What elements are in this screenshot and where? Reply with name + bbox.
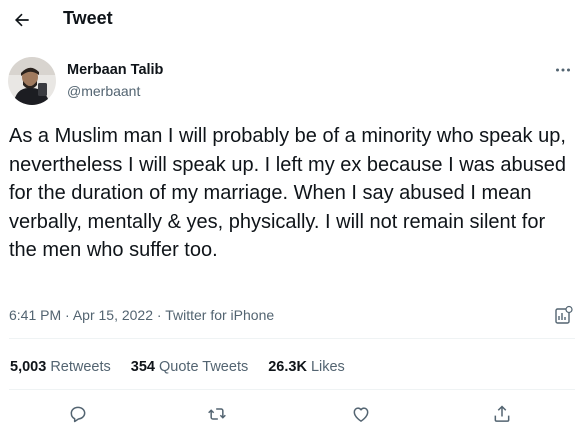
quotes-label: Quote Tweets xyxy=(159,359,249,375)
retweet-button[interactable] xyxy=(202,400,232,428)
quotes-count: 354 xyxy=(130,359,155,375)
avatar[interactable] xyxy=(8,57,56,105)
more-button[interactable] xyxy=(550,60,576,80)
meta-separator: · xyxy=(156,307,162,323)
action-bar xyxy=(0,400,584,429)
page-title: Tweet xyxy=(63,8,113,28)
share-button[interactable] xyxy=(487,400,517,428)
tweet-time[interactable]: 6:41 PM xyxy=(9,307,61,323)
back-button[interactable] xyxy=(8,7,36,33)
like-button[interactable] xyxy=(346,400,376,428)
tweet-stats: 5,003 Retweets 354 Quote Tweets 26.3K Li… xyxy=(10,359,365,375)
tweet-text: As a Muslim man I will probably be of a … xyxy=(9,125,566,262)
quote-tweets-stat[interactable]: 354 Quote Tweets xyxy=(131,359,248,375)
author-name[interactable]: Merbaan Talib xyxy=(67,62,163,78)
top-bar: Tweet xyxy=(0,0,584,40)
tweet-date[interactable]: Apr 15, 2022 xyxy=(73,307,153,323)
divider xyxy=(9,389,575,390)
tweet-source[interactable]: Twitter for iPhone xyxy=(165,307,274,323)
author-handle[interactable]: @merbaant xyxy=(67,83,140,99)
likes-stat[interactable]: 26.3K Likes xyxy=(268,359,345,375)
retweet-icon xyxy=(208,408,226,420)
likes-count: 26.3K xyxy=(268,359,307,375)
retweets-label: Retweets xyxy=(50,359,111,375)
retweets-stat[interactable]: 5,003 Retweets xyxy=(10,359,111,375)
meta-separator: · xyxy=(65,307,70,323)
likes-label: Likes xyxy=(310,359,345,375)
arrow-left-icon xyxy=(15,13,29,27)
divider xyxy=(9,338,575,339)
more-horizontal-icon xyxy=(556,68,570,72)
retweets-count: 5,003 xyxy=(10,359,47,375)
analytics-icon xyxy=(555,305,573,324)
reply-button[interactable] xyxy=(63,400,93,428)
like-icon xyxy=(353,407,369,422)
share-icon xyxy=(494,405,510,422)
analytics-button[interactable] xyxy=(554,305,574,325)
reply-icon xyxy=(70,406,86,423)
tweet-meta: 6:41 PM · Apr 15, 2022 · Twitter for iPh… xyxy=(9,307,274,323)
